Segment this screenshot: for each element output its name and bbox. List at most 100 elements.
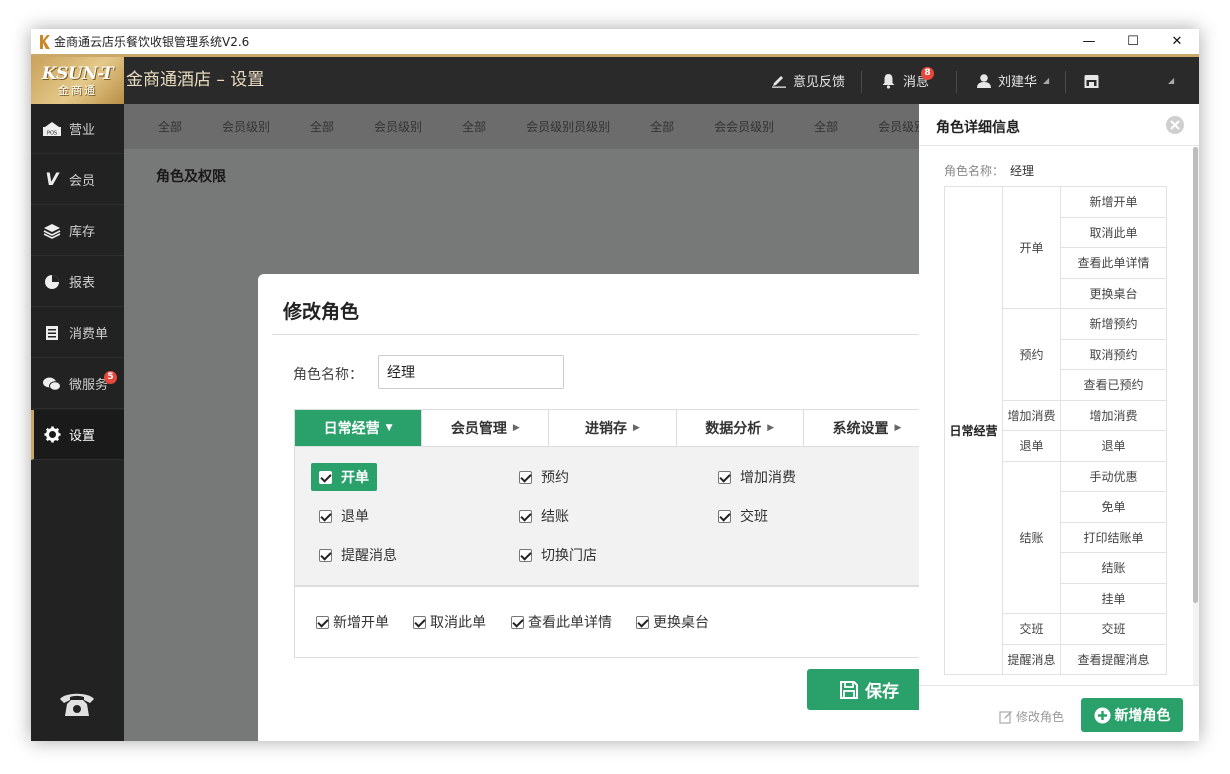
sidebar-item-settings[interactable]: 设置 <box>31 410 124 460</box>
category-cell: 结账 <box>1002 460 1061 614</box>
detail-header: 角色详细信息 <box>919 104 1199 146</box>
tab-label: 数据分析 <box>705 421 762 437</box>
sidebar-item-label: 报表 <box>69 276 96 291</box>
sidebar-item-label: 营业 <box>69 123 96 138</box>
sidebar-item-member[interactable]: V 会员 <box>31 155 124 205</box>
permission-list: 开单 预约 增加消费 退单 结账 交班 提醒消息 切换门店 <box>294 447 931 586</box>
permission-checkbox[interactable]: 切换门店 <box>519 541 597 569</box>
store-menu[interactable]: ◢ <box>1083 57 1174 104</box>
sidebar-item-bills[interactable]: 消费单 <box>31 308 124 358</box>
tab-system-settings[interactable]: 系统设置 ▶ <box>804 410 930 446</box>
category-cell: 预约 <box>1002 308 1061 401</box>
close-icon[interactable] <box>1165 115 1185 135</box>
tab-inventory[interactable]: 进销存 ▶ <box>549 410 677 446</box>
sidebar-item-label: 微服务 <box>69 378 109 393</box>
caret-down-icon: ◢ <box>1043 76 1050 85</box>
header-divider <box>1065 71 1066 93</box>
feedback-button[interactable]: 意见反馈 <box>771 57 845 104</box>
permission-checkbox[interactable]: 退单 <box>319 502 369 530</box>
category-cell: 退单 <box>1002 430 1061 462</box>
checkbox-checked-icon <box>519 509 532 523</box>
wechat-badge: 5 <box>104 371 117 384</box>
pencil-icon <box>772 75 786 88</box>
checkbox-checked-icon <box>519 470 532 484</box>
edit-role-button[interactable]: 修改角色 <box>999 708 1064 725</box>
sub-permission-checkbox[interactable]: 新增开单 <box>316 612 389 632</box>
checkbox-checked-icon <box>718 509 731 523</box>
sub-permission-checkbox[interactable]: 更换桌台 <box>636 612 709 632</box>
logo-top-text: KSUN-T <box>41 63 114 84</box>
edit-role-label: 修改角色 <box>1016 710 1065 724</box>
save-button[interactable]: 保存 <box>807 669 931 710</box>
checkbox-checked-icon <box>316 615 329 629</box>
sub-permission-checkbox[interactable]: 取消此单 <box>413 612 486 632</box>
sub-permission-label: 取消此单 <box>430 615 486 631</box>
sidebar-item-inventory[interactable]: 库存 <box>31 206 124 256</box>
window-title: 金商通云店乐餐饮收银管理系统V2.6 <box>54 35 250 49</box>
permission-checkbox[interactable]: 增加消费 <box>718 463 796 491</box>
permission-checkbox[interactable]: 交班 <box>718 502 768 530</box>
sub-permission-checkbox[interactable]: 查看此单详情 <box>511 612 612 632</box>
permission-cell: 打印结账单 <box>1060 521 1167 553</box>
edit-icon <box>999 710 1012 724</box>
v-icon: V <box>45 169 59 190</box>
checkbox-checked-icon <box>319 470 332 484</box>
sidebar: POS 营业 V 会员 库存 报表 消费单 微服务 5 设置 <box>31 104 124 741</box>
messages-button[interactable]: 消息 8 <box>881 57 934 104</box>
plus-circle-icon <box>1094 707 1110 723</box>
permission-checkbox[interactable]: 开单 <box>311 463 377 491</box>
close-button[interactable]: ✕ <box>1155 29 1199 54</box>
permission-checkbox[interactable]: 预约 <box>519 463 569 491</box>
dialog-divider <box>272 334 951 335</box>
permission-label: 提醒消息 <box>341 548 397 564</box>
pos-icon: POS <box>41 120 63 138</box>
permission-cell: 查看此单详情 <box>1060 247 1167 279</box>
user-icon <box>977 73 991 88</box>
checkbox-checked-icon <box>511 615 524 629</box>
add-role-button[interactable]: 新增角色 <box>1081 698 1183 732</box>
maximize-button[interactable]: ☐ <box>1111 29 1155 54</box>
phone-icon[interactable] <box>57 689 97 719</box>
tab-label: 会员管理 <box>450 421 507 437</box>
sidebar-item-business[interactable]: POS 营业 <box>31 104 124 154</box>
user-name: 刘建华 <box>998 75 1038 90</box>
tab-daily-operation[interactable]: 日常经营 ▼ <box>295 410 423 446</box>
scrollbar-thumb[interactable] <box>1193 147 1198 603</box>
checkbox-checked-icon <box>519 548 532 562</box>
permission-checkbox[interactable]: 提醒消息 <box>319 541 397 569</box>
sub-permission-label: 新增开单 <box>333 615 389 631</box>
permission-checkbox[interactable]: 结账 <box>519 502 569 530</box>
sidebar-item-label: 消费单 <box>69 327 109 342</box>
dialog-title: 修改角色 <box>283 301 360 323</box>
add-role-label: 新增角色 <box>1114 708 1171 724</box>
sub-permission-label: 查看此单详情 <box>528 615 612 631</box>
category-cell: 增加消费 <box>1002 399 1061 431</box>
app-window: 金商通云店乐餐饮收银管理系统V2.6 — ☐ ✕ KSUN-T 金商通 金商通酒… <box>31 29 1199 741</box>
app-logo-icon <box>40 34 50 49</box>
main-content: 全部 会员级别 全部 会员级别 全部 会员级别员级别 全部 会会员级别 全部 会… <box>124 104 990 741</box>
role-name-input[interactable] <box>378 355 564 389</box>
permission-cell: 新增预约 <box>1060 308 1167 340</box>
receipt-icon <box>41 324 63 342</box>
sidebar-item-label: 库存 <box>69 225 96 240</box>
permission-label: 增加消费 <box>740 470 796 486</box>
tab-data-analysis[interactable]: 数据分析 ▶ <box>677 410 804 446</box>
sidebar-item-wechat[interactable]: 微服务 5 <box>31 359 124 409</box>
minimize-button[interactable]: — <box>1067 29 1111 54</box>
tab-member-management[interactable]: 会员管理 ▶ <box>422 410 550 446</box>
title-bar: 金商通云店乐餐饮收银管理系统V2.6 — ☐ ✕ <box>31 29 1199 54</box>
sidebar-item-report[interactable]: 报表 <box>31 257 124 307</box>
permission-cell: 免单 <box>1060 491 1167 523</box>
user-menu[interactable]: 刘建华 ◢ <box>976 57 1049 104</box>
header-divider <box>956 71 957 93</box>
permission-label: 结账 <box>541 509 569 525</box>
caret-right-icon: ▶ <box>767 423 775 433</box>
save-label: 保存 <box>865 682 899 702</box>
feedback-label: 意见反馈 <box>793 75 846 90</box>
category-cell: 交班 <box>1002 613 1061 645</box>
app-header: KSUN-T 金商通 金商通酒店 – 设置 意见反馈 消息 8 刘建华 ◢ ◢ <box>31 54 1199 104</box>
permission-label: 开单 <box>341 470 369 486</box>
caret-right-icon: ▶ <box>894 423 902 433</box>
permission-cell: 更换桌台 <box>1060 277 1167 309</box>
permission-cell: 交班 <box>1060 613 1167 645</box>
